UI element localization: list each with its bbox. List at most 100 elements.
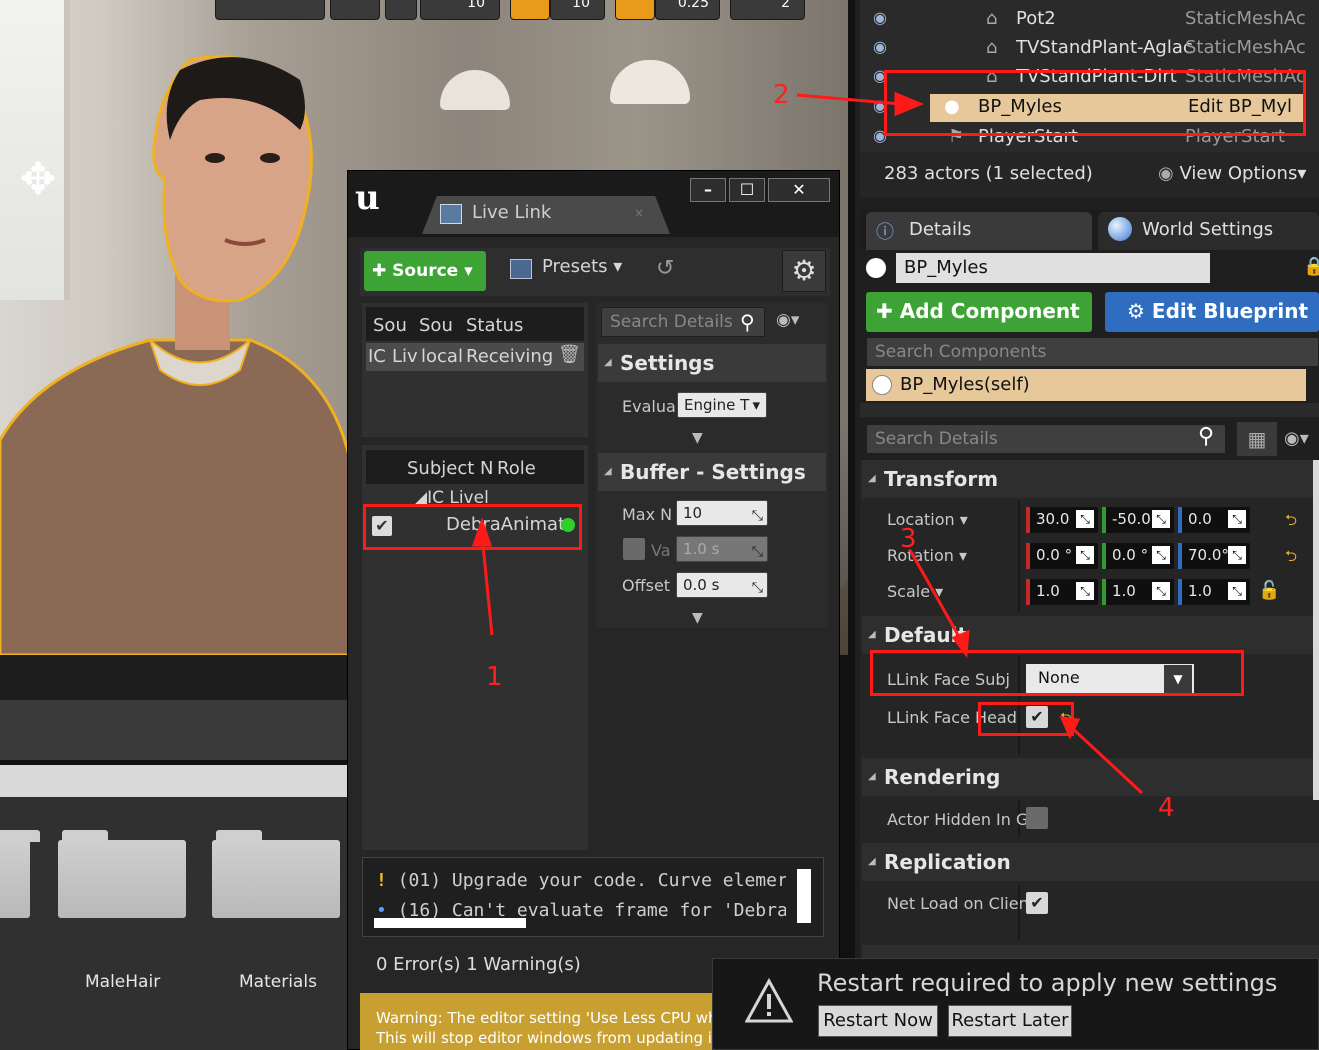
add-source-button[interactable]: ✚ Source ▾ bbox=[364, 251, 486, 291]
rotation-snap-value[interactable]: 10 bbox=[550, 0, 605, 20]
column-divider[interactable] bbox=[1018, 500, 1020, 612]
rotation-snap-toggle[interactable] bbox=[510, 0, 550, 20]
edit-blueprint-button[interactable]: ⚙ Edit Blueprint ▾ bbox=[1105, 292, 1319, 361]
lock-icon[interactable]: 🔒 bbox=[1303, 256, 1319, 277]
advanced-expand-icon[interactable]: ▼ bbox=[692, 610, 703, 626]
tab-details[interactable] bbox=[866, 212, 1092, 250]
scale-z-field[interactable]: 1.0 ⤡ bbox=[1178, 579, 1250, 605]
search-components-input[interactable]: Search Components bbox=[866, 337, 1319, 367]
rotation-label[interactable]: Rotation ▾ bbox=[887, 546, 967, 565]
chevron-down-icon: ▾ bbox=[607, 256, 623, 277]
transform-section-header[interactable]: Transform bbox=[862, 460, 1319, 498]
warning-line: Warning: The editor setting 'Use Less CP… bbox=[376, 1009, 727, 1027]
z-axis-bar bbox=[1178, 507, 1182, 533]
restart-later-button[interactable]: Restart Later bbox=[948, 1005, 1072, 1037]
vertex-snap-button[interactable] bbox=[385, 0, 417, 20]
scale-label[interactable]: Scale ▾ bbox=[887, 582, 943, 601]
visibility-eye-icon[interactable]: ◉ bbox=[873, 37, 887, 56]
scale-lock-icon[interactable]: 🔓 bbox=[1258, 580, 1280, 601]
settings-gear-icon[interactable]: ⚙ bbox=[782, 250, 826, 292]
max-frames-field[interactable]: 10 ⤡ bbox=[676, 500, 768, 526]
component-self-row[interactable]: BP_Myles(self) bbox=[866, 369, 1306, 401]
minimize-button[interactable]: – bbox=[690, 178, 726, 202]
actor-count: 283 actors (1 selected) bbox=[884, 163, 1093, 184]
spinner-icon: ⤡ bbox=[751, 544, 763, 560]
reset-to-default-icon[interactable]: ⮌ bbox=[1285, 546, 1297, 571]
sources-column-machine[interactable]: Sou bbox=[419, 315, 453, 336]
evaluate-dropdown[interactable]: Engine T ▾ bbox=[677, 392, 767, 418]
visibility-eye-icon[interactable]: ◉▾ bbox=[776, 310, 799, 330]
outliner-row-name[interactable]: Pot2 bbox=[1016, 8, 1056, 29]
folder-icon[interactable] bbox=[0, 830, 40, 918]
search-details-input[interactable]: Search Details bbox=[866, 424, 1226, 454]
grid-snap-value[interactable]: 10 bbox=[420, 0, 500, 20]
rotation-x-field[interactable]: 0.0 ° ⤡ bbox=[1026, 543, 1098, 569]
transform-tools-group[interactable] bbox=[215, 0, 325, 20]
surface-snap-button[interactable] bbox=[330, 0, 380, 20]
scale-snap-value[interactable]: 0.25 bbox=[655, 0, 720, 20]
settings-section-header[interactable]: Settings bbox=[598, 344, 826, 382]
valid-field[interactable]: 1.0 s ⤡ bbox=[676, 536, 768, 562]
reset-to-default-icon[interactable]: ⮌ bbox=[1285, 510, 1297, 535]
rendering-section-header[interactable]: Rendering bbox=[862, 758, 1319, 796]
default-section-header[interactable]: Default bbox=[862, 616, 1319, 654]
source-status: Receiving bbox=[466, 346, 554, 367]
annotation-number-4: 4 bbox=[1158, 793, 1175, 823]
view-options-button[interactable]: ◉ View Options▾ bbox=[1158, 163, 1306, 184]
folder-label-materials[interactable]: Materials bbox=[239, 972, 317, 992]
details-scrollbar[interactable] bbox=[1313, 460, 1319, 800]
log-vertical-scrollbar[interactable] bbox=[797, 869, 811, 923]
folder-malehair-icon[interactable] bbox=[58, 830, 186, 918]
location-x-field[interactable]: 30.0 ⤡ bbox=[1026, 507, 1098, 533]
scale-y-field[interactable]: 1.0 ⤡ bbox=[1102, 579, 1174, 605]
visibility-eye-icon[interactable]: ◉▾ bbox=[1284, 428, 1309, 449]
valid-label: Va bbox=[651, 541, 671, 560]
restart-now-button[interactable]: Restart Now bbox=[818, 1005, 938, 1037]
log-line-text: (16) Can't evaluate frame for 'Debra bbox=[397, 900, 786, 918]
revert-icon[interactable]: ↺ bbox=[656, 256, 674, 281]
replication-section-header[interactable]: Replication bbox=[862, 843, 1319, 881]
advanced-expand-icon[interactable]: ▼ bbox=[692, 430, 703, 446]
log-horizontal-scrollbar[interactable] bbox=[374, 918, 526, 928]
actor-hidden-checkbox[interactable] bbox=[1026, 807, 1048, 829]
maximize-button[interactable]: ☐ bbox=[729, 178, 765, 202]
edit-blueprint-label: Edit Blueprint bbox=[1151, 299, 1308, 323]
trash-icon[interactable]: 🗑 bbox=[558, 344, 581, 365]
collision-section-header[interactable] bbox=[862, 945, 1319, 959]
spinner-icon: ⤡ bbox=[1228, 510, 1246, 528]
subjects-column-role[interactable]: Role bbox=[497, 458, 536, 479]
folder-materials-icon[interactable] bbox=[212, 830, 340, 918]
scale-snap-toggle[interactable] bbox=[615, 0, 655, 20]
camera-speed-value[interactable]: 2 bbox=[730, 0, 805, 20]
transform-gizmo-icon[interactable]: ✥ bbox=[8, 150, 68, 210]
content-browser-header bbox=[0, 655, 350, 700]
sources-column-type[interactable]: Sou bbox=[373, 315, 407, 336]
scale-y-value: 1.0 bbox=[1112, 582, 1136, 600]
outliner-row-name[interactable]: TVStandPlant-Aglac bbox=[1016, 37, 1193, 58]
valid-checkbox[interactable] bbox=[623, 538, 645, 560]
subjects-column-name[interactable]: Subject N bbox=[407, 458, 493, 479]
scale-x-field[interactable]: 1.0 ⤡ bbox=[1026, 579, 1098, 605]
chevron-down-icon: ▾ bbox=[1297, 163, 1307, 184]
buffer-settings-section-header[interactable]: Buffer - Settings bbox=[598, 453, 826, 491]
add-component-button[interactable]: ✚ Add Component ▾ bbox=[866, 292, 1092, 361]
sources-column-status[interactable]: Status bbox=[466, 315, 523, 336]
location-y-field[interactable]: -50.0 ⤡ bbox=[1102, 507, 1174, 533]
character-myles-mesh[interactable] bbox=[0, 40, 360, 655]
net-load-checkbox[interactable]: ✔ bbox=[1026, 892, 1048, 914]
presets-button[interactable]: Presets ▾ bbox=[542, 256, 622, 277]
property-matrix-icon[interactable]: ▦ bbox=[1237, 422, 1277, 456]
editor-warning-text: Warning: The editor setting 'Use Less CP… bbox=[376, 1008, 736, 1048]
location-z-field[interactable]: 0.0 ⤡ bbox=[1178, 507, 1250, 533]
offset-field[interactable]: 0.0 s ⤡ bbox=[676, 572, 768, 598]
folder-label-malehair[interactable]: MaleHair bbox=[85, 972, 160, 992]
actor-name-field[interactable]: BP_Myles bbox=[896, 253, 1210, 283]
close-window-button[interactable]: ✕ bbox=[768, 178, 830, 202]
content-browser-path-bar[interactable] bbox=[0, 765, 350, 797]
visibility-eye-icon[interactable]: ◉ bbox=[873, 8, 887, 27]
rotation-z-field[interactable]: 70.0° ⤡ bbox=[1178, 543, 1250, 569]
message-log-text: ! (01) Upgrade your code. Curve elemer •… bbox=[376, 866, 786, 918]
tab-close-icon[interactable]: × bbox=[634, 206, 644, 220]
search-icon: ⚲ bbox=[740, 310, 755, 334]
rotation-y-field[interactable]: 0.0 ° ⤡ bbox=[1102, 543, 1174, 569]
